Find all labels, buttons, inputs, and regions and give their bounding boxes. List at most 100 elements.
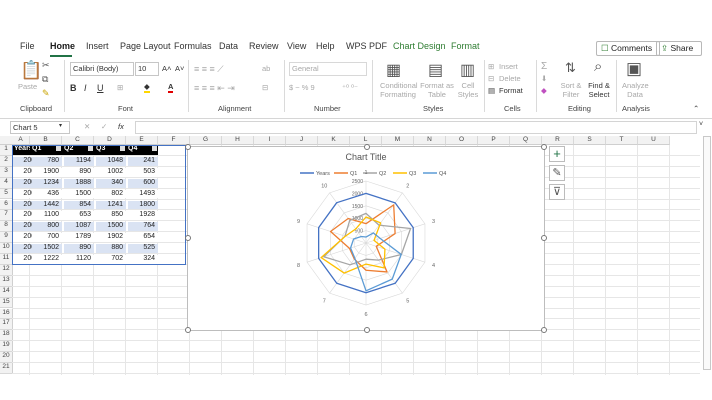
column-header-R[interactable]: R bbox=[542, 136, 574, 145]
sort-filter-icon[interactable]: ⇅ bbox=[565, 60, 576, 76]
paste-button[interactable]: Paste bbox=[18, 82, 37, 91]
sort-filter-button[interactable]: Sort & Filter bbox=[558, 81, 584, 99]
column-header-T[interactable]: T bbox=[606, 136, 638, 145]
tab-chart-design[interactable]: Chart Design bbox=[393, 41, 446, 51]
resize-handle[interactable] bbox=[364, 144, 370, 150]
borders-icon[interactable]: ⊞ bbox=[117, 83, 123, 92]
resize-handle[interactable] bbox=[541, 327, 547, 333]
column-header-G[interactable]: G bbox=[190, 136, 222, 145]
decimal-icons[interactable]: ⁺⁰ ⁰⁻ bbox=[342, 83, 358, 92]
fill-color-icon[interactable]: ◆ bbox=[144, 82, 150, 93]
align-left-icons[interactable]: ≡ ≡ ≡ ⇤ ⇥ bbox=[194, 83, 235, 94]
cell-styles-button[interactable]: Cell Styles bbox=[456, 81, 480, 99]
decrease-font-icon[interactable]: A˅ bbox=[175, 64, 184, 73]
autosum-icon[interactable]: Σ bbox=[541, 61, 547, 72]
insert-button[interactable]: Insert bbox=[499, 62, 518, 71]
ribbon: 📋 Paste ✂ ⧉ ✎ Clipboard Calibri (Body) 1… bbox=[0, 56, 712, 119]
currency-buttons[interactable]: $ ~ % 9 bbox=[289, 83, 315, 92]
formula-input[interactable] bbox=[135, 121, 697, 134]
tab-insert[interactable]: Insert bbox=[86, 41, 109, 51]
cancel-icon[interactable]: ✕ bbox=[84, 122, 90, 131]
column-header-U[interactable]: U bbox=[638, 136, 670, 145]
cell-styles-icon[interactable]: ▥ bbox=[460, 60, 475, 80]
radar-chart[interactable]: Chart Title Years Q1 Q2 Q3 Q4 500 1000 1500 2000 2… bbox=[185, 144, 547, 333]
chart-filter-icon[interactable]: ⊽ bbox=[549, 184, 565, 200]
resize-handle[interactable] bbox=[541, 144, 547, 150]
font-color-icon[interactable]: A bbox=[168, 82, 174, 93]
search-icon[interactable]: ⌕ bbox=[594, 58, 602, 75]
italic-button[interactable]: I bbox=[84, 83, 87, 93]
insert-icon[interactable]: ⊞ bbox=[488, 62, 494, 71]
tab-page-layout[interactable]: Page Layout bbox=[120, 41, 171, 51]
column-header-K[interactable]: K bbox=[318, 136, 350, 145]
tab-help[interactable]: Help bbox=[316, 41, 335, 51]
column-header-B[interactable]: B bbox=[30, 136, 62, 145]
radar-category-label: 8 bbox=[297, 263, 300, 269]
column-header-J[interactable]: J bbox=[286, 136, 318, 145]
align-top-icons[interactable]: ≡ ≡ ≡ ⟋ bbox=[194, 64, 224, 75]
insert-function-icon[interactable]: fx bbox=[118, 122, 124, 131]
number-format-select[interactable]: General bbox=[289, 62, 367, 76]
column-header-A[interactable]: A bbox=[12, 136, 30, 145]
clear-icon[interactable]: ◆ bbox=[541, 86, 547, 95]
tab-data[interactable]: Data bbox=[219, 41, 238, 51]
column-header-I[interactable]: I bbox=[254, 136, 286, 145]
column-header-O[interactable]: O bbox=[446, 136, 478, 145]
column-header-M[interactable]: M bbox=[382, 136, 414, 145]
copy-icon[interactable]: ⧉ bbox=[42, 74, 48, 85]
tab-review[interactable]: Review bbox=[249, 41, 279, 51]
tab-wps-pdf[interactable]: WPS PDF bbox=[346, 41, 387, 51]
column-header-D[interactable]: D bbox=[94, 136, 126, 145]
tab-home[interactable]: Home bbox=[50, 41, 75, 51]
resize-handle[interactable] bbox=[364, 327, 370, 333]
column-header-P[interactable]: P bbox=[478, 136, 510, 145]
column-header-N[interactable]: N bbox=[414, 136, 446, 145]
column-header-Q[interactable]: Q bbox=[510, 136, 542, 145]
tab-format[interactable]: Format bbox=[451, 41, 480, 51]
tab-file[interactable]: File bbox=[20, 41, 35, 51]
conditional-formatting-button[interactable]: Conditional Formatting bbox=[380, 81, 418, 99]
font-name-select[interactable]: Calibri (Body) bbox=[70, 62, 134, 76]
fill-icon[interactable]: ⬇ bbox=[541, 74, 547, 83]
tab-formulas[interactable]: Formulas bbox=[174, 41, 212, 51]
cut-icon[interactable]: ✂ bbox=[42, 60, 50, 71]
analyze-data-icon[interactable]: ▣ bbox=[626, 59, 642, 79]
conditional-formatting-icon[interactable]: ▦ bbox=[386, 60, 401, 80]
column-header-E[interactable]: E bbox=[126, 136, 158, 145]
resize-handle[interactable] bbox=[541, 235, 547, 241]
column-header-H[interactable]: H bbox=[222, 136, 254, 145]
group-alignment-label: Alignment bbox=[218, 104, 252, 113]
font-size-select[interactable]: 10 bbox=[135, 62, 159, 76]
tab-view[interactable]: View bbox=[287, 41, 306, 51]
name-box[interactable]: Chart 5 ▾ bbox=[10, 121, 70, 134]
merge-icon[interactable]: ⊟ bbox=[262, 83, 268, 92]
bold-button[interactable]: B bbox=[70, 83, 77, 93]
comments-button[interactable]: ☐ Comments bbox=[596, 41, 660, 56]
format-table-icon[interactable]: ▤ bbox=[428, 60, 443, 80]
radar-category-label: 7 bbox=[323, 298, 326, 304]
resize-handle[interactable] bbox=[185, 235, 191, 241]
resize-handle[interactable] bbox=[185, 144, 191, 150]
format-cells-icon[interactable]: ▤ bbox=[488, 86, 495, 95]
confirm-icon[interactable]: ✓ bbox=[101, 122, 107, 131]
column-header-S[interactable]: S bbox=[574, 136, 606, 145]
chart-elements-plus-icon[interactable]: + bbox=[549, 146, 565, 162]
expand-formula-icon[interactable]: ˅ bbox=[699, 121, 703, 128]
resize-handle[interactable] bbox=[185, 327, 191, 333]
format-painter-icon[interactable]: ✎ bbox=[42, 88, 50, 99]
format-as-table-button[interactable]: Format as Table bbox=[420, 81, 454, 99]
wrap-text-icon[interactable]: ab bbox=[262, 64, 270, 73]
paste-icon[interactable]: 📋 bbox=[20, 60, 42, 81]
underline-button[interactable]: U bbox=[97, 83, 104, 93]
analyze-data-button[interactable]: Analyze Data bbox=[622, 81, 649, 99]
increase-font-icon[interactable]: A˄ bbox=[162, 64, 171, 73]
delete-icon[interactable]: ⊟ bbox=[488, 74, 494, 83]
chart-styles-brush-icon[interactable]: ✎ bbox=[549, 165, 565, 181]
format-button[interactable]: Format bbox=[499, 86, 523, 95]
collapse-ribbon-icon[interactable]: ⌃ bbox=[693, 104, 699, 113]
vertical-scrollbar[interactable] bbox=[703, 136, 711, 370]
column-header-C[interactable]: C bbox=[62, 136, 94, 145]
share-button[interactable]: ⇪ Share bbox=[656, 41, 702, 56]
find-select-button[interactable]: Find & Select bbox=[586, 81, 612, 99]
delete-button[interactable]: Delete bbox=[499, 74, 521, 83]
